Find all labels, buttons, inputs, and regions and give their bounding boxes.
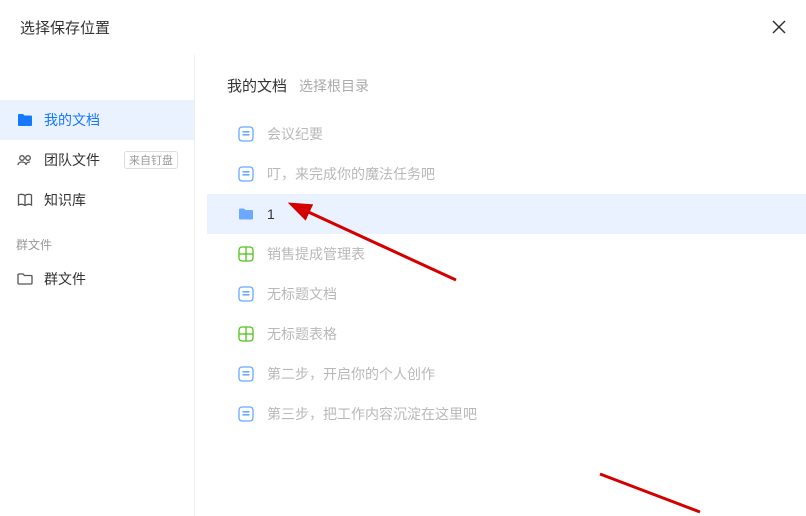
file-item[interactable]: 第二步，开启你的个人创作 xyxy=(207,354,806,394)
doc-icon xyxy=(237,365,255,383)
doc-icon xyxy=(237,125,255,143)
file-item[interactable]: 1 xyxy=(207,194,806,234)
file-list: 会议纪要叮，来完成你的魔法任务吧 1 销售提成管理表无标题文档无标题表格第二步，开启… xyxy=(207,114,806,434)
file-item-label: 第二步，开启你的个人创作 xyxy=(267,364,435,384)
file-item[interactable]: 销售提成管理表 xyxy=(207,234,806,274)
doc-icon xyxy=(237,165,255,183)
file-item-label: 叮，来完成你的魔法任务吧 xyxy=(267,164,435,184)
breadcrumb: 我的文档 选择根目录 xyxy=(207,75,806,114)
sidebar-item-label: 知识库 xyxy=(44,190,178,210)
folder-icon xyxy=(237,205,255,223)
team-icon xyxy=(16,151,34,169)
main-panel: 我的文档 选择根目录 会议纪要叮，来完成你的魔法任务吧 1 销售提成管理表无标题文档… xyxy=(195,55,806,516)
sidebar-item-label: 群文件 xyxy=(44,269,178,289)
file-item[interactable]: 无标题表格 xyxy=(207,314,806,354)
file-item[interactable]: 叮，来完成你的魔法任务吧 xyxy=(207,154,806,194)
sheet-icon xyxy=(237,245,255,263)
book-icon xyxy=(16,191,34,209)
sheet-icon xyxy=(237,325,255,343)
sidebar-item-label: 我的文档 xyxy=(44,110,178,130)
sidebar-spacer xyxy=(0,65,194,100)
doc-icon xyxy=(237,285,255,303)
folder-icon xyxy=(16,111,34,129)
file-item-label: 会议纪要 xyxy=(267,124,323,144)
sidebar-section-label: 群文件 xyxy=(0,220,194,259)
dialog-header: 选择保存位置 xyxy=(0,0,806,55)
sidebar-item-label: 团队文件 xyxy=(44,150,118,170)
sidebar: 我的文档 团队文件 来自钉盘 知识库 群文件 群文件 xyxy=(0,55,195,516)
file-item[interactable]: 会议纪要 xyxy=(207,114,806,154)
breadcrumb-root[interactable]: 我的文档 xyxy=(227,75,287,96)
close-icon xyxy=(772,18,786,38)
folder-outline-icon xyxy=(16,270,34,288)
file-item-label: 1 xyxy=(267,206,275,222)
sidebar-item-group-files[interactable]: 群文件 xyxy=(0,259,194,299)
file-item[interactable]: 第三步，把工作内容沉淀在这里吧 xyxy=(207,394,806,434)
file-item-label: 销售提成管理表 xyxy=(267,244,365,264)
sidebar-item-my-docs[interactable]: 我的文档 xyxy=(0,100,194,140)
file-item[interactable]: 无标题文档 xyxy=(207,274,806,314)
dialog-body: 我的文档 团队文件 来自钉盘 知识库 群文件 群文件 我的文档 选择根目录 xyxy=(0,55,806,516)
dialog-title: 选择保存位置 xyxy=(20,17,110,38)
sidebar-item-knowledge[interactable]: 知识库 xyxy=(0,180,194,220)
sidebar-item-badge: 来自钉盘 xyxy=(124,151,178,169)
file-item-label: 第三步，把工作内容沉淀在这里吧 xyxy=(267,404,477,424)
file-item-label: 无标题表格 xyxy=(267,324,337,344)
breadcrumb-hint: 选择根目录 xyxy=(299,76,369,96)
sidebar-item-team-files[interactable]: 团队文件 来自钉盘 xyxy=(0,140,194,180)
file-item-label: 无标题文档 xyxy=(267,284,337,304)
doc-icon xyxy=(237,405,255,423)
close-button[interactable] xyxy=(772,19,786,37)
